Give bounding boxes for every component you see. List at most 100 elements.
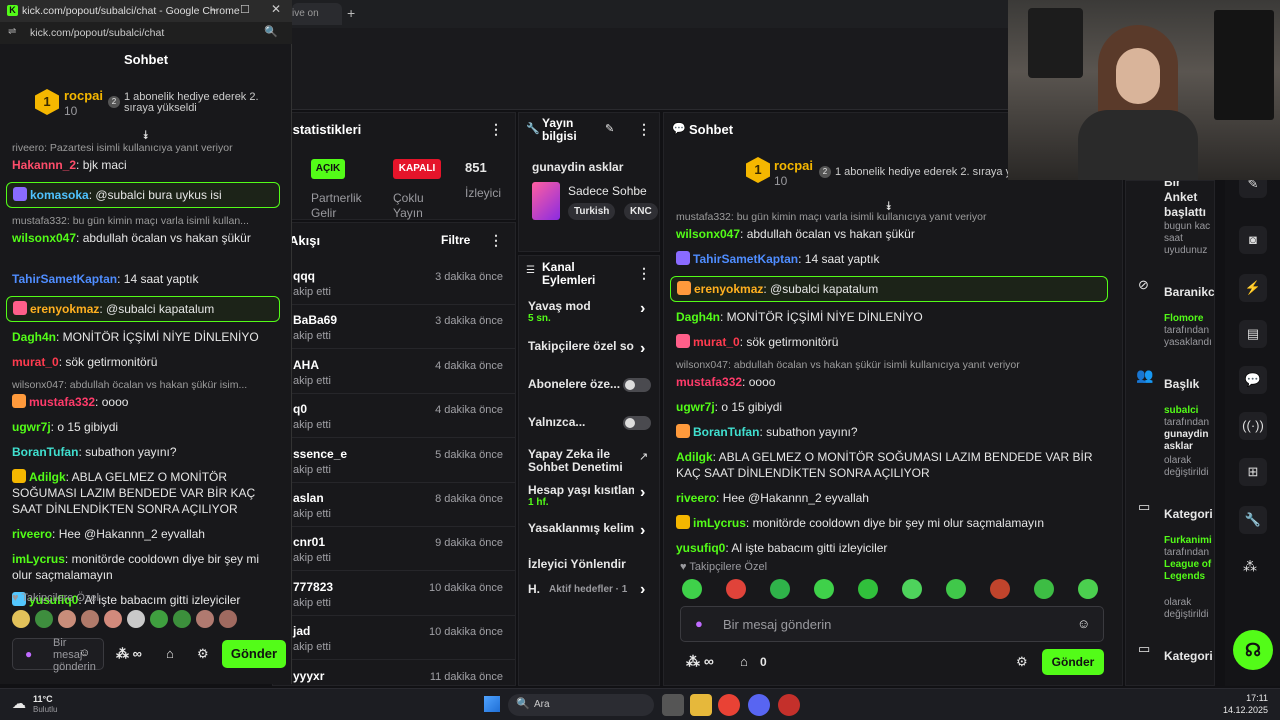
popout-settings-gear-icon[interactable]: ⚙ (197, 646, 209, 662)
wrench-tool-icon[interactable]: 🔧 (1239, 506, 1267, 534)
feed-follower-name[interactable]: 777823 (293, 580, 333, 594)
chat-username[interactable]: TahirSametKaptan (693, 252, 798, 266)
reply-context[interactable]: mustafa332: bu gün kimin maçı varla isim… (12, 215, 274, 227)
channel-action-row[interactable]: H. Aktif hedefler · 1 › (519, 581, 659, 622)
emote-icon[interactable] (12, 610, 30, 628)
feed-follower-name[interactable]: qqq (293, 269, 315, 283)
stats-menu-button[interactable]: ⋮ (489, 121, 503, 138)
popout-pinned-user[interactable]: rocpai (64, 88, 103, 103)
popout-url-bar[interactable]: ⇌ kick.com/popout/subalci/chat 🔍 (0, 22, 292, 44)
popout-chat-input[interactable]: ● Bir mesaj gönderin ☺ (12, 637, 104, 673)
emote-icon[interactable] (770, 579, 790, 599)
minimize-button[interactable]: – (210, 2, 217, 16)
popout-gift-icon[interactable]: ⌂ (166, 646, 174, 661)
feed-follower-name[interactable]: jad (293, 624, 310, 638)
main-send-button[interactable]: Gönder (1042, 649, 1104, 675)
toggle-switch[interactable] (623, 378, 651, 392)
channel-action-row[interactable]: Yavaş mod 5 sn. › (519, 300, 659, 332)
channel-action-row[interactable]: Yalnızca... (519, 416, 659, 448)
new-tab-button[interactable]: + (347, 5, 355, 21)
channel-action-row[interactable]: Hesap yaşı kısıtlam 1 hf. › (519, 484, 659, 516)
chat-username[interactable]: mustafa332 (29, 395, 95, 409)
windows-start-icon[interactable] (484, 696, 500, 712)
taskbar-search[interactable]: 🔍 Ara (508, 694, 654, 716)
feed-follower-name[interactable]: BaBa69 (293, 313, 337, 327)
emoji-icon[interactable]: ☺ (1077, 616, 1090, 631)
edit-pencil-icon[interactable]: ✎ (605, 122, 614, 135)
recorder-icon[interactable] (778, 694, 800, 716)
pinned-user[interactable]: rocpai (774, 158, 813, 173)
emote-icon[interactable] (1034, 579, 1054, 599)
maximize-button[interactable]: ☐ (240, 3, 250, 16)
channel-actions-menu-button[interactable]: ⋮ (637, 265, 651, 282)
stream-info-menu-button[interactable]: ⋮ (637, 121, 651, 138)
chat-username[interactable]: riveero (676, 491, 716, 505)
feed-follower-name[interactable]: yyyxr (293, 669, 324, 683)
chat-username[interactable]: Dagh4n (676, 310, 720, 324)
chat-username[interactable]: wilsonx047 (12, 231, 76, 245)
emote-icon[interactable] (990, 579, 1010, 599)
channel-action-row[interactable]: Takipçilere özel sol › (519, 340, 659, 372)
emote-icon[interactable] (219, 610, 237, 628)
capture-icon[interactable]: ◙ (1239, 226, 1267, 254)
chat-username[interactable]: mustafa332 (676, 375, 742, 389)
chat-username[interactable]: Dagh4n (12, 330, 56, 344)
emote-icon[interactable] (58, 610, 76, 628)
zoom-icon[interactable]: 🔍 (264, 25, 278, 38)
reply-context[interactable]: wilsonx047: abdullah öcalan vs hakan şük… (12, 379, 274, 391)
chat-username[interactable]: murat_0 (12, 355, 59, 369)
channel-action-row[interactable]: Yasaklanmış kelim › (519, 522, 659, 554)
feed-filter-button[interactable]: Filtre (441, 233, 470, 247)
emote-icon[interactable] (81, 610, 99, 628)
chat-username[interactable]: BoranTufan (12, 445, 78, 459)
main-chat-input[interactable]: ● Bir mesaj gönderin ☺ (680, 606, 1104, 642)
channel-action-row[interactable]: Yapay Zeka ile Sohbet Denetimi ↗ (519, 448, 659, 480)
feed-follower-name[interactable]: q0 (293, 402, 307, 416)
broadcast-icon[interactable]: ((·)) (1239, 412, 1267, 440)
emote-icon[interactable] (173, 610, 191, 628)
chat-username[interactable]: imLycrus (12, 552, 65, 566)
chat-username[interactable]: Adilgk (29, 470, 66, 484)
emote-icon[interactable] (196, 610, 214, 628)
emote-icon[interactable] (104, 610, 122, 628)
popout-emoji-icon[interactable]: ☺ (79, 647, 90, 659)
microphone-icon[interactable]: ● (695, 616, 703, 631)
emote-icon[interactable] (150, 610, 168, 628)
site-info-icon[interactable]: ⇌ (8, 26, 16, 37)
chat-username[interactable]: ugwr7j (676, 400, 715, 414)
document-icon[interactable]: ▤ (1239, 320, 1267, 348)
discord-icon[interactable] (748, 694, 770, 716)
emote-icon[interactable] (858, 579, 878, 599)
chat-username[interactable]: wilsonx047 (676, 227, 740, 241)
support-headset-icon[interactable]: ☊ (1233, 630, 1273, 670)
feed-menu-button[interactable]: ⋮ (489, 232, 503, 249)
chat-icon[interactable]: 💬 (1239, 366, 1267, 394)
dots-cluster-icon[interactable]: ⁂ (1243, 558, 1257, 575)
chat-username[interactable]: komasoka (30, 188, 89, 202)
chat-username[interactable]: erenyokmaz (694, 282, 763, 296)
feed-follower-name[interactable]: cnr01 (293, 535, 325, 549)
chat-username[interactable]: riveero (12, 527, 52, 541)
layout-icon[interactable]: ⊞ (1239, 458, 1267, 486)
toggle-switch[interactable] (623, 416, 651, 430)
emote-icon[interactable] (682, 579, 702, 599)
emote-icon[interactable] (1078, 579, 1098, 599)
external-link-icon[interactable]: ↗ (639, 450, 648, 463)
channel-action-row[interactable]: Abonelere öze... (519, 378, 659, 410)
reply-context[interactable]: mustafa332: bu gün kimin maçı varla isim… (676, 211, 1102, 223)
gift-icon[interactable]: ⌂ (740, 654, 748, 669)
popout-collapse-pinned-icon[interactable]: ⯯ (142, 128, 149, 143)
chrome-icon[interactable] (718, 694, 740, 716)
chat-username[interactable]: yusufiq0 (676, 541, 725, 555)
chat-username[interactable]: ugwr7j (12, 420, 51, 434)
popout-points-icon[interactable]: ⁂ ∞ (116, 646, 142, 662)
emote-icon[interactable] (814, 579, 834, 599)
lightning-icon[interactable]: ⚡ (1239, 274, 1267, 302)
chat-username[interactable]: Adilgk (676, 450, 713, 464)
chat-username[interactable]: Hakannn_2 (12, 158, 76, 172)
reply-context[interactable]: riveero: Pazartesi isimli kullanıcıya ya… (12, 142, 274, 154)
chat-username[interactable]: imLycrus (693, 516, 746, 530)
emote-icon[interactable] (902, 579, 922, 599)
chat-settings-gear-icon[interactable]: ⚙ (1016, 654, 1028, 670)
emote-icon[interactable] (946, 579, 966, 599)
